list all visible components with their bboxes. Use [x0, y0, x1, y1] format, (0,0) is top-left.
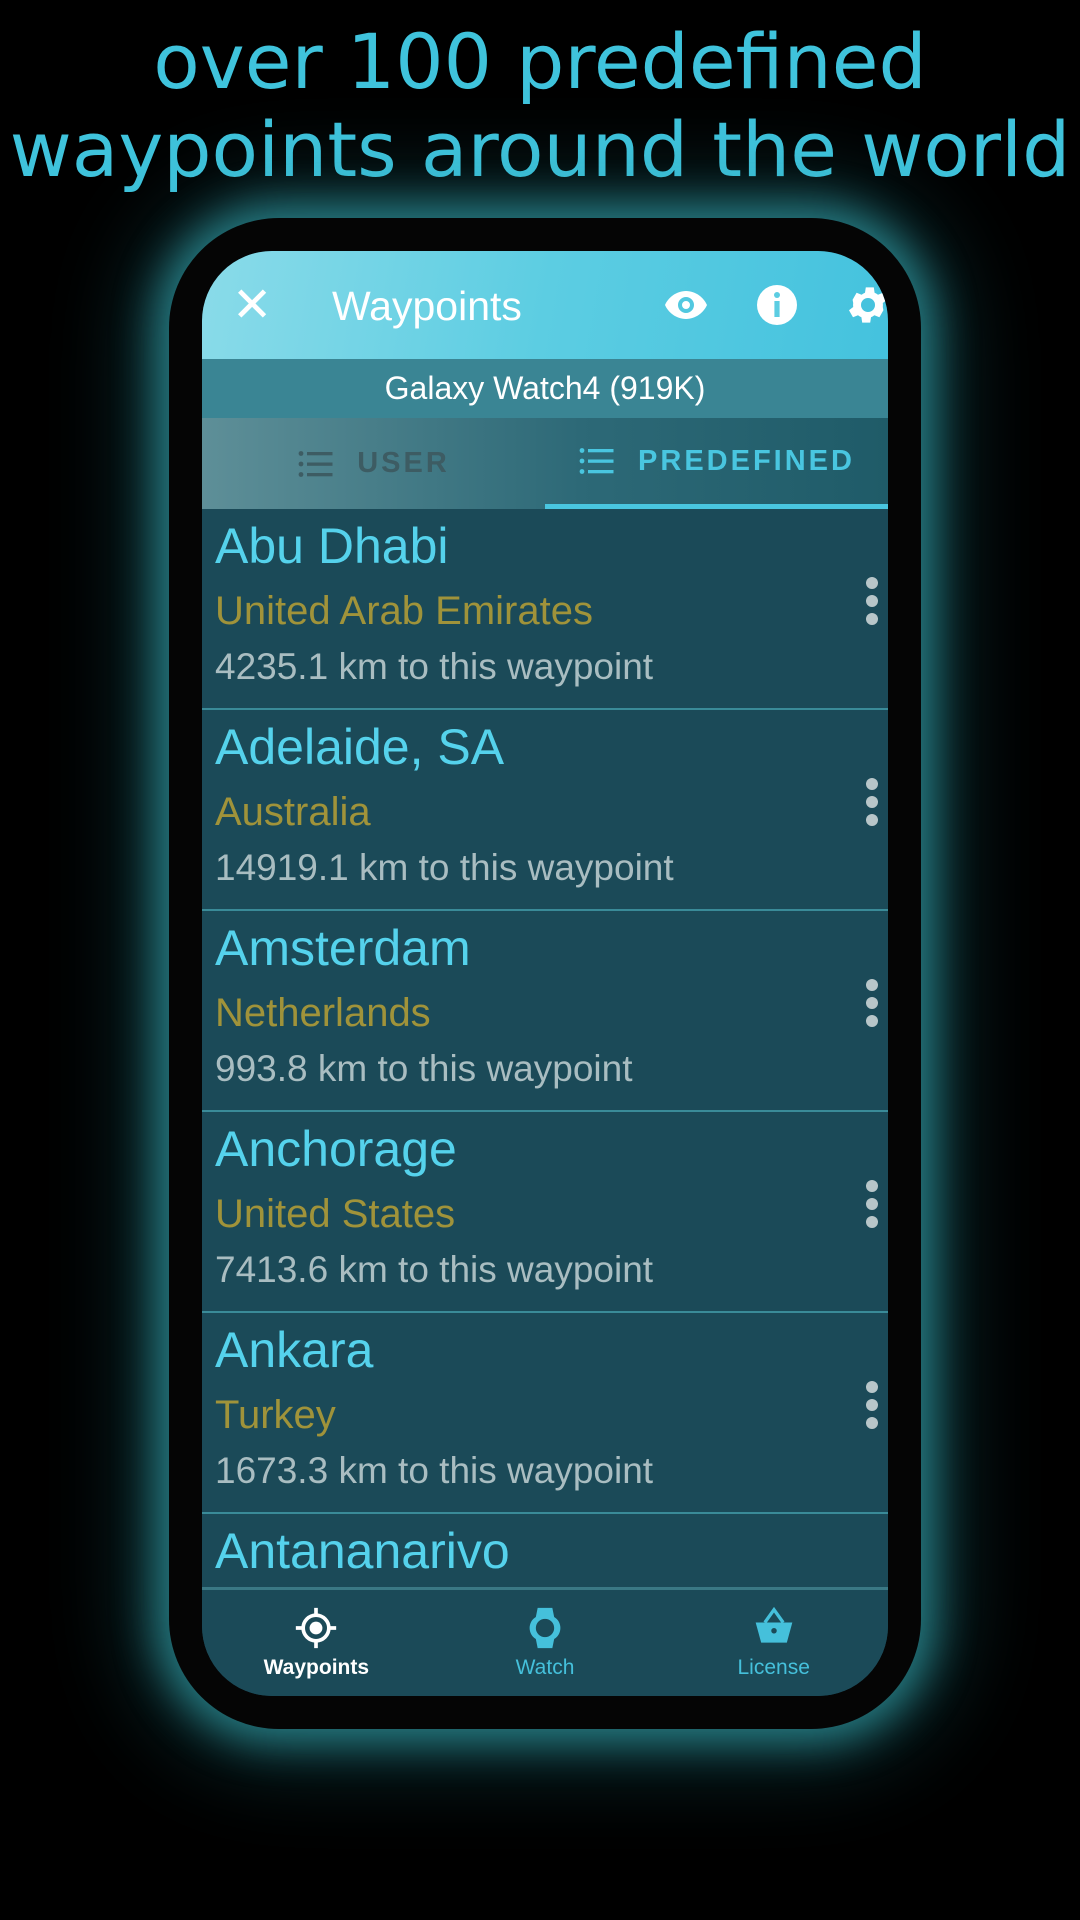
nav-waypoints-label: Waypoints: [263, 1656, 370, 1679]
waypoint-distance: 1673.3 km to this waypoint: [215, 1450, 654, 1491]
waypoint-distance: 4235.1 km to this waypoint: [215, 646, 654, 687]
tab-predefined-label: PREDEFINED: [638, 444, 855, 477]
headline-line-2: waypoints around the world: [9, 105, 1071, 194]
nav-watch[interactable]: Watch: [431, 1590, 660, 1696]
waypoint-distance: 14919.1 km to this waypoint: [215, 847, 674, 888]
tab-user-label: USER: [357, 447, 450, 479]
tab-bar: USER PREDEFINED: [202, 418, 888, 509]
waypoint-country: United States: [215, 1192, 456, 1236]
nav-license-label: License: [737, 1656, 810, 1679]
waypoint-country: Netherlands: [215, 991, 431, 1035]
list-item[interactable]: Anchorage United States 7413.6 km to thi…: [202, 1112, 888, 1313]
more-vert-icon[interactable]: [864, 1180, 880, 1236]
gear-icon[interactable]: [844, 281, 888, 329]
waypoint-name: Abu Dhabi: [215, 518, 449, 574]
watch-icon: [529, 1607, 561, 1649]
nav-license[interactable]: License: [659, 1590, 888, 1696]
waypoint-name: Amsterdam: [215, 920, 471, 976]
more-vert-icon[interactable]: [864, 1381, 880, 1437]
list-item[interactable]: Amsterdam Netherlands 993.8 km to this w…: [202, 911, 888, 1112]
headline: over 100 predefined waypoints around the…: [0, 18, 1080, 194]
waypoint-distance: 7413.6 km to this waypoint: [215, 1249, 654, 1290]
phone-screen: ✕ Waypoints Galaxy Watch4 (919K) USER PR…: [202, 251, 888, 1696]
info-icon[interactable]: [753, 281, 801, 329]
more-vert-icon[interactable]: [864, 979, 880, 1035]
app-bar: ✕ Waypoints: [202, 251, 888, 359]
bottom-nav: Waypoints Watch License: [202, 1587, 888, 1696]
list-icon: [298, 450, 333, 477]
waypoint-name: Adelaide, SA: [215, 719, 505, 775]
more-vert-icon[interactable]: [864, 778, 880, 834]
list-item[interactable]: Adelaide, SA Australia 14919.1 km to thi…: [202, 710, 888, 911]
waypoint-list[interactable]: Abu Dhabi United Arab Emirates 4235.1 km…: [202, 509, 888, 1587]
eye-icon[interactable]: [662, 281, 710, 329]
tab-predefined[interactable]: PREDEFINED: [545, 418, 888, 509]
gps-target-icon: [296, 1607, 337, 1649]
waypoint-name: Antananarivo: [215, 1523, 510, 1579]
waypoint-name: Anchorage: [215, 1121, 457, 1177]
waypoint-name: Ankara: [215, 1322, 374, 1378]
close-icon[interactable]: ✕: [232, 277, 272, 333]
basket-icon: [755, 1606, 793, 1643]
headline-line-1: over 100 predefined: [153, 17, 927, 106]
list-item[interactable]: Antananarivo: [202, 1514, 888, 1587]
list-item[interactable]: Abu Dhabi United Arab Emirates 4235.1 km…: [202, 509, 888, 710]
device-label: Galaxy Watch4 (919K): [202, 359, 888, 418]
nav-watch-label: Watch: [515, 1656, 575, 1679]
waypoint-country: United Arab Emirates: [215, 589, 593, 633]
page-title: Waypoints: [332, 283, 522, 329]
list-icon: [579, 448, 614, 474]
tab-user[interactable]: USER: [202, 418, 545, 509]
waypoint-country: Australia: [215, 790, 371, 834]
more-vert-icon[interactable]: [864, 577, 880, 633]
waypoint-country: Turkey: [215, 1393, 336, 1437]
list-item[interactable]: Ankara Turkey 1673.3 km to this waypoint: [202, 1313, 888, 1514]
waypoint-distance: 993.8 km to this waypoint: [215, 1048, 633, 1089]
nav-waypoints[interactable]: Waypoints: [202, 1590, 431, 1696]
